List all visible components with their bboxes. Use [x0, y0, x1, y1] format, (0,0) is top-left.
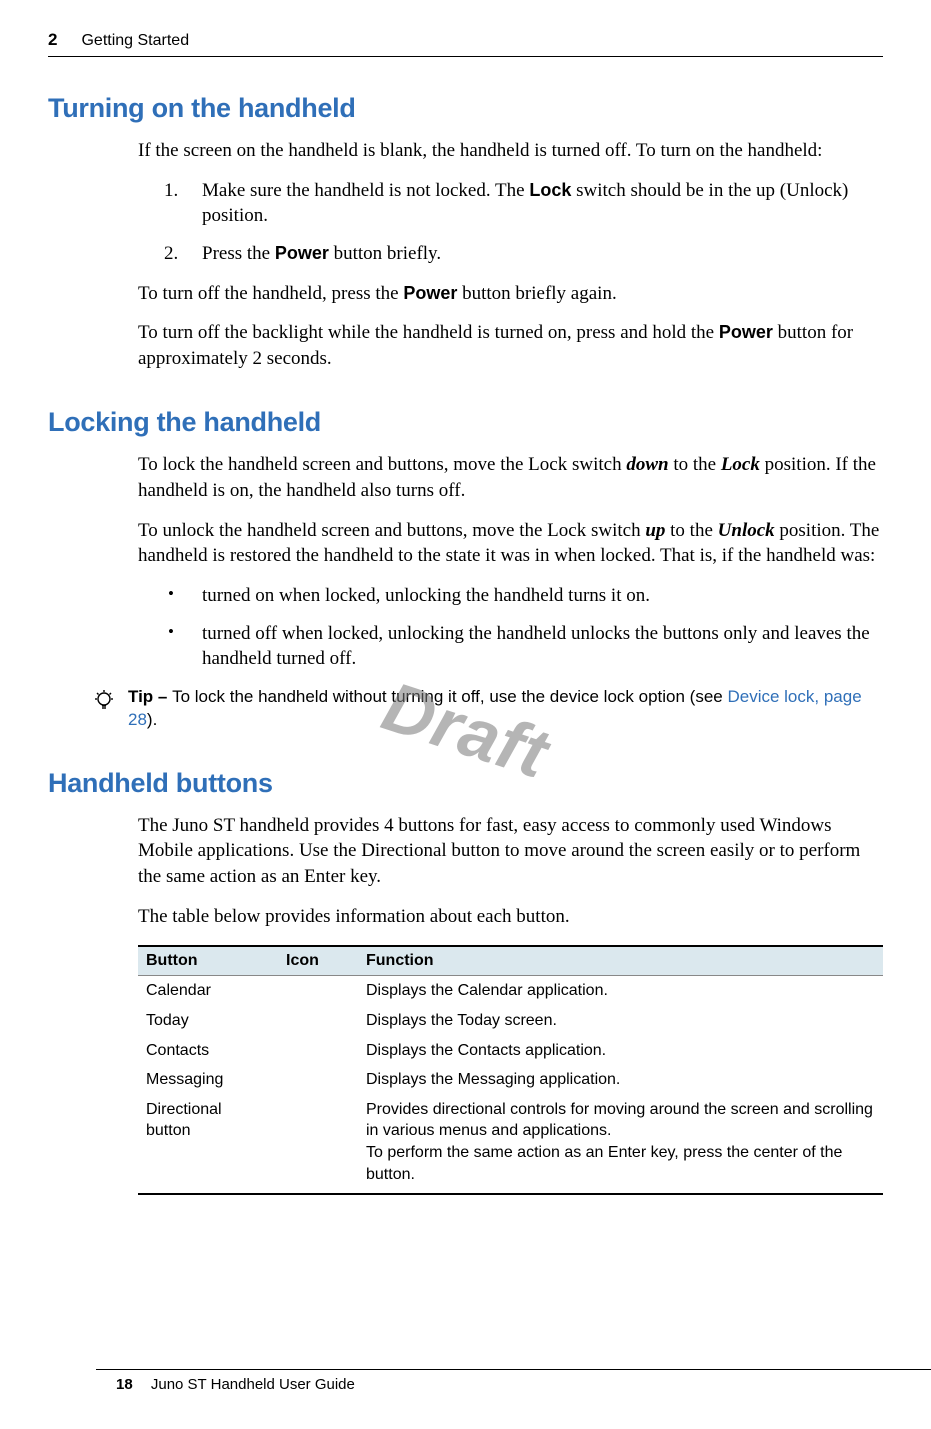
tip-block: Tip – To lock the handheld without turni…: [48, 686, 883, 732]
cell-icon: [278, 1036, 358, 1066]
step-1: 1. Make sure the handheld is not locked.…: [164, 178, 883, 229]
cell-icon: [278, 1006, 358, 1036]
buttons-para2: The table below provides information abo…: [138, 904, 883, 930]
chapter-title: Getting Started: [81, 32, 189, 50]
cell-button: Contacts: [138, 1036, 278, 1066]
th-button: Button: [138, 946, 278, 976]
tip-content: Tip – To lock the handheld without turni…: [128, 686, 883, 732]
backlight-text: To turn off the backlight while the hand…: [138, 320, 883, 371]
heading-locking: Locking the handheld: [48, 407, 883, 438]
th-function: Function: [358, 946, 883, 976]
th-icon: Icon: [278, 946, 358, 976]
heading-buttons: Handheld buttons: [48, 768, 883, 799]
buttons-table: Button Icon Function Calendar Displays t…: [138, 945, 883, 1195]
cell-button: Calendar: [138, 976, 278, 1006]
cell-button: Today: [138, 1006, 278, 1036]
heading-turning-on: Turning on the handheld: [48, 93, 883, 124]
lightbulb-icon: [48, 686, 128, 718]
turning-on-intro: If the screen on the handheld is blank, …: [138, 138, 883, 164]
page-footer: 18 Juno ST Handheld User Guide: [96, 1369, 931, 1393]
table-row: Directional button Provides directional …: [138, 1095, 883, 1194]
table-row: Today Displays the Today screen.: [138, 1006, 883, 1036]
table-row: Messaging Displays the Messaging applica…: [138, 1065, 883, 1095]
cell-function: Displays the Contacts application.: [358, 1036, 883, 1066]
page-number: 18: [116, 1376, 133, 1393]
lock-text: To lock the handheld screen and buttons,…: [138, 452, 883, 503]
table-row: Contacts Displays the Contacts applicati…: [138, 1036, 883, 1066]
bullet-off: turned off when locked, unlocking the ha…: [164, 621, 883, 672]
cell-function: Displays the Today screen.: [358, 1006, 883, 1036]
chapter-number: 2: [48, 30, 57, 50]
cell-icon: [278, 1095, 358, 1194]
doc-title: Juno ST Handheld User Guide: [151, 1376, 355, 1393]
cell-icon: [278, 976, 358, 1006]
turn-off-text: To turn off the handheld, press the Powe…: [138, 281, 883, 307]
step-2: 2. Press the Power button briefly.: [164, 241, 883, 267]
running-header: 2 Getting Started: [48, 30, 883, 57]
cell-button: Directional button: [138, 1095, 278, 1194]
cell-function: Provides directional controls for moving…: [358, 1095, 883, 1194]
table-header-row: Button Icon Function: [138, 946, 883, 976]
cell-icon: [278, 1065, 358, 1095]
cell-function: Displays the Calendar application.: [358, 976, 883, 1006]
tip-label: Tip –: [128, 687, 172, 706]
unlock-text: To unlock the handheld screen and button…: [138, 518, 883, 569]
buttons-para1: The Juno ST handheld provides 4 buttons …: [138, 813, 883, 890]
cell-button: Messaging: [138, 1065, 278, 1095]
bullet-on: turned on when locked, unlocking the han…: [164, 583, 883, 609]
table-row: Calendar Displays the Calendar applicati…: [138, 976, 883, 1006]
cell-function: Displays the Messaging application.: [358, 1065, 883, 1095]
